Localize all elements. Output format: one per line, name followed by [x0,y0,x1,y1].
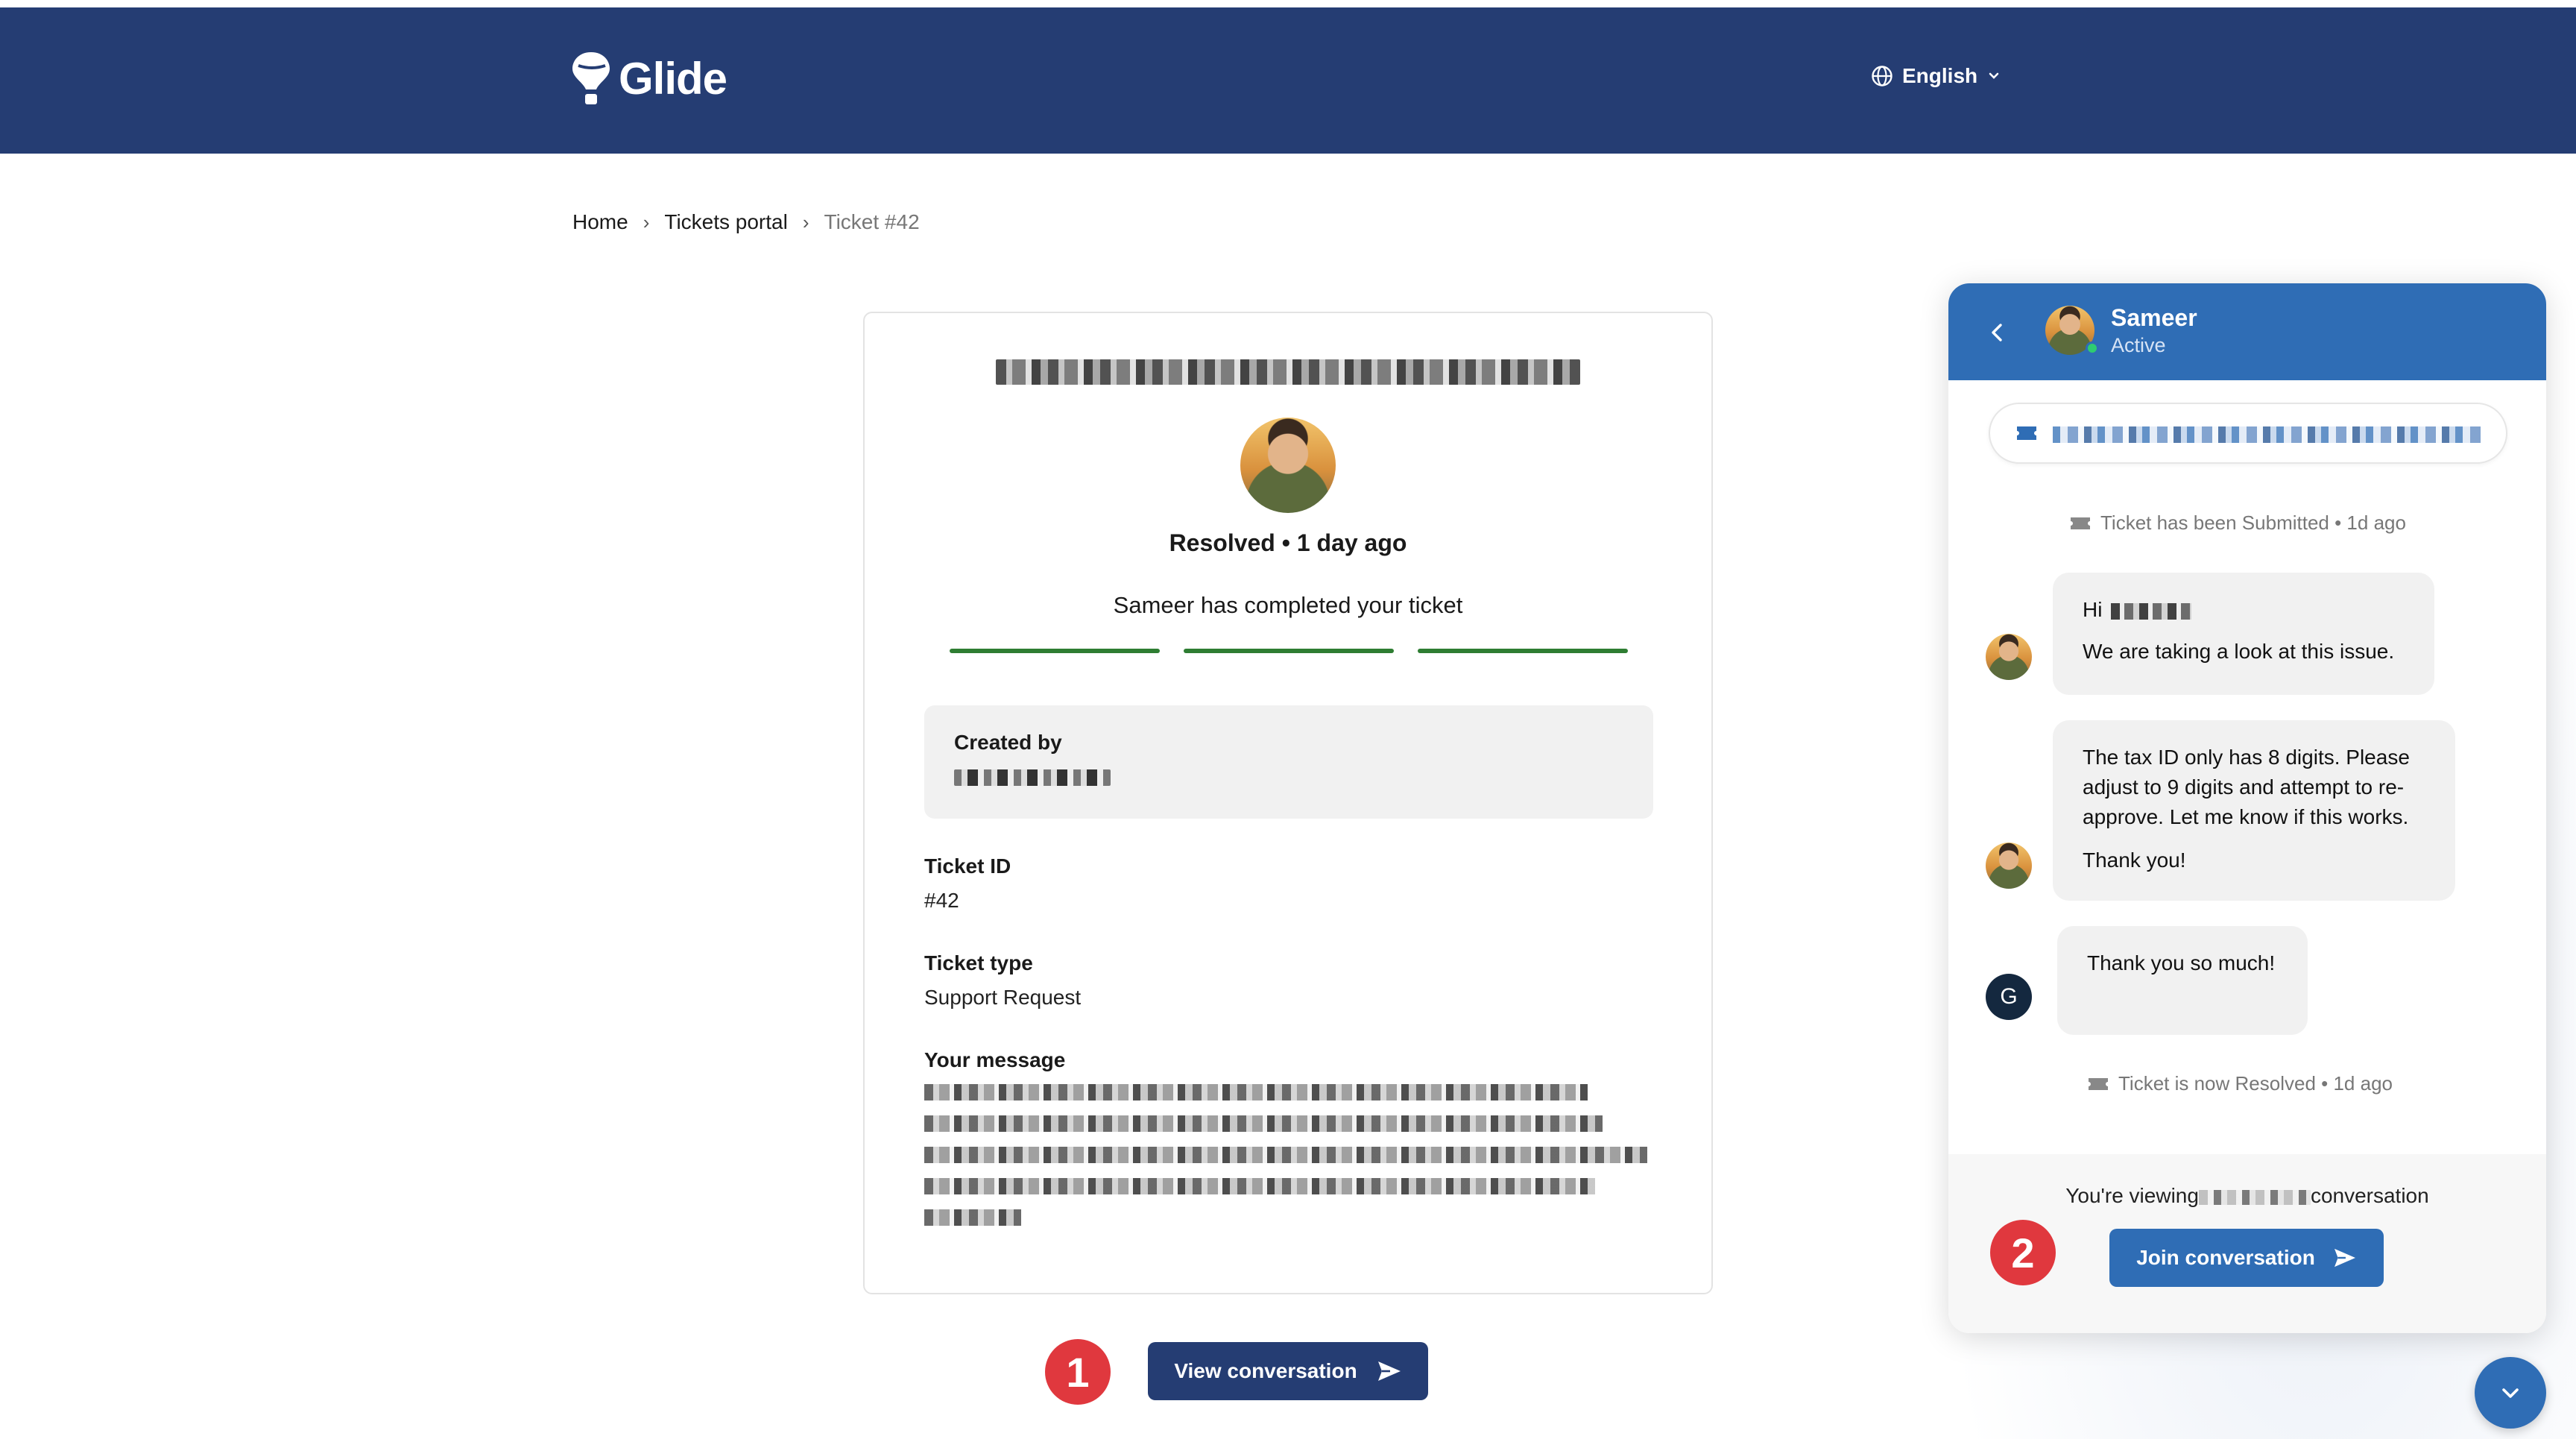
message-text: The tax ID only has 8 digits. Please adj… [2083,746,2410,828]
created-by-box: Created by [924,705,1653,819]
message-redacted [924,1084,1588,1100]
agent-avatar [1986,843,2032,889]
ticket-title-redacted [996,359,1580,385]
ticket-type-label: Ticket type [924,951,1033,974]
glide-logo[interactable]: Glide [571,51,727,106]
ticket-status: Resolved • 1 day ago [1169,529,1407,556]
join-conversation-label: Join conversation [2136,1246,2315,1269]
progress-step [950,649,1160,653]
breadcrumb-home[interactable]: Home [572,210,628,234]
chat-header: Sameer Active [1948,283,2546,380]
language-selector[interactable]: English [1871,64,2001,88]
name-redacted [2111,602,2192,620]
top-strip [0,0,2576,7]
progress-bar [950,649,1628,653]
brand-name: Glide [619,53,727,104]
chevron-down-icon [1989,72,1999,79]
join-conversation-button[interactable]: Join conversation [2109,1229,2384,1287]
system-event-resolved: Ticket is now Resolved • 1d ago [2087,1072,2393,1095]
progress-step [1418,649,1628,653]
chevron-down-icon [2502,1388,2519,1398]
site-header: Glide English [0,7,2576,154]
ticket-icon [2089,1077,2108,1090]
name-redacted [2198,1189,2311,1205]
step-badge-1: 1 [1045,1339,1111,1405]
agent-avatar [1986,634,2032,680]
globe-icon [1872,66,1892,86]
view-conversation-button[interactable]: View conversation [1148,1342,1428,1400]
back-icon[interactable] [1984,319,2011,346]
ticket-reference-pill[interactable] [1989,403,2507,464]
user-avatar: G [1986,974,2032,1020]
ticket-card: Resolved • 1 day ago Sameer has complete… [863,312,1713,1294]
message-text: Thank you so much! [2087,951,2276,974]
chat-message: Hi We are taking a look at this issue. [2053,573,2434,695]
breadcrumb-current: Ticket #42 [824,210,920,233]
message-text: We are taking a look at this issue. [2083,640,2395,663]
chat-toggle-button[interactable] [2475,1357,2546,1429]
chat-message: The tax ID only has 8 digits. Please adj… [2053,720,2455,901]
send-icon [2334,1248,2355,1268]
ticket-type-value: Support Request [924,986,1082,1009]
ticket-id-value: #42 [924,889,959,912]
language-label: English [1902,64,1978,87]
send-icon [1377,1361,1401,1381]
chat-message: Thank you so much! [2057,926,2308,1035]
ticket-title-redacted [2053,426,2481,443]
balloon-icon [571,51,611,106]
message-redacted [924,1147,1647,1163]
created-by-redacted [954,769,1111,786]
message-redacted [924,1178,1595,1194]
message-greeting: Hi [2083,598,2103,621]
breadcrumb-tickets-portal[interactable]: Tickets portal [664,210,787,234]
chevron-right-icon: › [802,210,809,233]
online-indicator [2086,341,2099,355]
viewing-suffix: conversation [2310,1184,2429,1207]
progress-step [1184,649,1394,653]
ticket-id-label: Ticket ID [924,854,1011,878]
message-redacted [924,1115,1603,1132]
agent-name: Sameer [2111,304,2197,331]
system-event-text: Ticket is now Resolved • 1d ago [2118,1072,2393,1095]
message-signoff: Thank you! [2083,848,2186,872]
agent-avatar [1240,418,1336,513]
message-redacted [924,1209,1021,1226]
ticket-icon [2071,517,2090,529]
system-event-submitted: Ticket has been Submitted • 1d ago [2069,511,2406,535]
chat-panel: Sameer Active Ticket has been Submitted … [1948,283,2546,1333]
created-by-label: Created by [954,731,1062,754]
completed-text: Sameer has completed your ticket [1113,592,1463,618]
step-badge-2: 2 [1990,1220,2056,1285]
viewing-prefix: You're viewing [2065,1184,2199,1207]
agent-status: Active [2111,334,2166,356]
ticket-icon [2017,426,2036,440]
viewing-notice: You're viewing conversation [1948,1184,2546,1208]
message-label: Your message [924,1048,1066,1071]
breadcrumb: Home › Tickets portal › Ticket #42 [572,210,920,234]
system-event-text: Ticket has been Submitted • 1d ago [2100,511,2406,534]
view-conversation-label: View conversation [1174,1359,1357,1382]
chevron-right-icon: › [643,210,650,233]
